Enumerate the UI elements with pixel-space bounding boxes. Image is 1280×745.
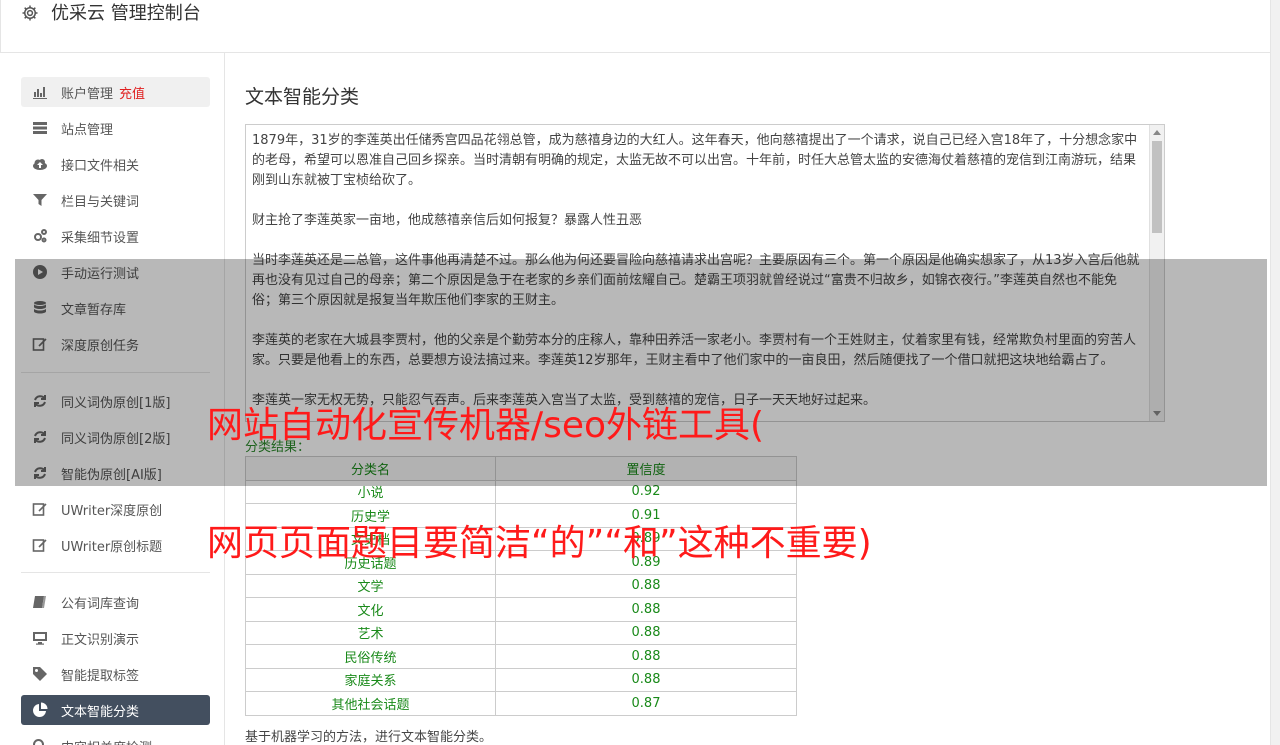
book-icon: [31, 593, 49, 611]
gear-icon: [22, 5, 38, 21]
edit-icon: [31, 500, 49, 518]
watermark-line-2: 网页页面题目要简洁“的”“和”这种不重要): [207, 523, 872, 564]
edit-icon: [31, 536, 49, 554]
watermark-line-1: 网站自动化宣传机器/seo外链工具(: [207, 405, 765, 446]
sidebar-item-relevance[interactable]: 内容相关度检测: [21, 731, 210, 745]
page-scrollbar[interactable]: [1270, 0, 1280, 745]
sidebar-item-collect-settings[interactable]: 采集细节设置: [21, 221, 210, 251]
sidebar-item-label: 内容相关度检测: [61, 737, 152, 745]
pie-chart-icon: [31, 701, 49, 719]
article-paragraph: 财主抢了李莲英家一亩地，他成慈禧亲信后如何报复？暴露人性丑恶: [252, 213, 643, 228]
sidebar-item-label: 采集细节设置: [61, 230, 140, 246]
sidebar-item-text-classify[interactable]: 文本智能分类: [21, 695, 210, 725]
sidebar-item-label: 公有词库查询: [61, 596, 140, 612]
sidebar-item-sites[interactable]: 站点管理: [21, 113, 210, 143]
bar-chart-icon: [31, 83, 49, 101]
overlay-band: [15, 259, 1267, 486]
confidence-cell: 0.88: [495, 573, 797, 598]
page-title: 文本智能分类: [245, 86, 360, 108]
category-cell: 其他社会话题: [245, 691, 496, 716]
table-row: 民俗传统 0.88: [245, 644, 797, 669]
sidebar-item-uwriter-title[interactable]: UWriter原创标题: [21, 530, 210, 560]
monitor-icon: [31, 629, 49, 647]
article-paragraph: 1879年，31岁的李莲英出任储秀宫四品花翎总管，成为慈禧身边的大红人。这年春天…: [252, 133, 1138, 188]
sidebar-item-tag-extract[interactable]: 智能提取标签: [21, 659, 210, 689]
sidebar-item-label: 栏目与关键词: [61, 194, 140, 210]
table-row: 文化 0.88: [245, 597, 797, 622]
confidence-cell: 0.88: [495, 667, 797, 692]
tag-icon: [31, 665, 49, 683]
sidebar-item-uwriter-deep[interactable]: UWriter深度原创: [21, 494, 210, 524]
app-title: 优采云 管理控制台: [51, 3, 201, 24]
confidence-cell: 0.88: [495, 597, 797, 622]
category-cell: 文学: [245, 573, 496, 598]
server-icon: [31, 119, 49, 137]
table-row: 其他社会话题 0.87: [245, 691, 797, 716]
sidebar-item-label: 账户管理: [61, 86, 114, 102]
top-bar: 优采云 管理控制台: [0, 0, 1270, 53]
sidebar-item-label: UWriter深度原创: [61, 503, 163, 519]
sidebar-item-label: 智能提取标签: [61, 668, 140, 684]
scroll-up-arrow-icon[interactable]: [1153, 130, 1161, 135]
scroll-thumb[interactable]: [1152, 141, 1162, 233]
table-row: 文学 0.88: [245, 573, 797, 598]
cloud-upload-icon: [31, 155, 49, 173]
sidebar-item-account[interactable]: 账户管理 充值: [21, 77, 210, 107]
cogs-icon: [31, 227, 49, 245]
table-row: 家庭关系 0.88: [245, 667, 797, 692]
sidebar-divider: [21, 572, 210, 573]
sidebar-item-interface-files[interactable]: 接口文件相关: [21, 149, 210, 179]
sidebar-item-columns-keywords[interactable]: 栏目与关键词: [21, 185, 210, 215]
sidebar-item-label: 文本智能分类: [61, 704, 140, 720]
footnote: 基于机器学习的方法，进行文本智能分类。: [245, 730, 493, 745]
confidence-cell: 0.88: [495, 620, 797, 645]
confidence-cell: 0.88: [495, 644, 797, 669]
recharge-badge[interactable]: 充值: [119, 83, 145, 102]
table-row: 艺术 0.88: [245, 620, 797, 645]
category-cell: 家庭关系: [245, 667, 496, 692]
search-icon: [31, 737, 49, 745]
classification-table: 分类名 置信度 小说 0.92 历史学 0.91 文史档 0.89 历史话题 0.89 …: [245, 456, 797, 716]
filter-icon: [31, 191, 49, 209]
sidebar-item-label: 正文识别演示: [61, 632, 140, 648]
sidebar-item-public-lexicon[interactable]: 公有词库查询: [21, 587, 210, 617]
category-cell: 艺术: [245, 620, 496, 645]
category-cell: 民俗传统: [245, 644, 496, 669]
sidebar-item-label: UWriter原创标题: [61, 539, 163, 555]
sidebar-item-label: 站点管理: [61, 122, 114, 138]
sidebar-item-label: 接口文件相关: [61, 158, 140, 174]
confidence-cell: 0.87: [495, 691, 797, 716]
category-cell: 文化: [245, 597, 496, 622]
sidebar-item-body-recognition[interactable]: 正文识别演示: [21, 623, 210, 653]
